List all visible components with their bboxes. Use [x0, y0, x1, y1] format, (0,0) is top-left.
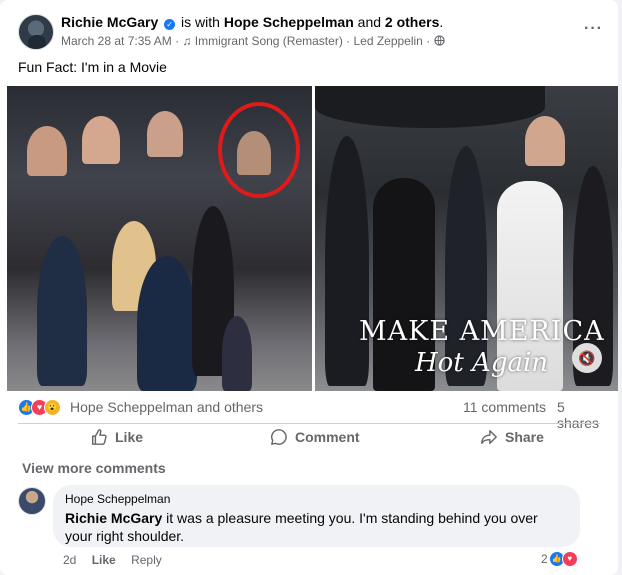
reaction-icons[interactable]: 👍 ♥ 😮: [18, 399, 66, 417]
photo-crowd[interactable]: [7, 86, 312, 391]
like-button[interactable]: Like: [90, 428, 143, 446]
comment-time[interactable]: 2d: [63, 553, 76, 567]
post-header: Richie McGary ✓ is with Hope Scheppelman…: [61, 14, 444, 30]
comment-body: Richie McGary it was a pleasure meeting …: [65, 509, 568, 545]
song-link[interactable]: Immigrant Song (Remaster) · Led Zeppelin: [195, 34, 423, 48]
view-more-comments[interactable]: View more comments: [22, 460, 166, 476]
tagged-others[interactable]: 2 others: [385, 14, 439, 30]
author-name[interactable]: Richie McGary: [61, 14, 158, 30]
globe-icon: [433, 35, 445, 46]
share-arrow-icon: [481, 429, 497, 445]
comment-label: Comment: [295, 429, 360, 445]
tagged-name[interactable]: Hope Scheppelman: [224, 14, 354, 30]
comment-bubble-icon: [271, 429, 287, 445]
like-label: Like: [115, 429, 144, 445]
highlight-circle: [218, 102, 300, 198]
music-note-icon: ♫: [182, 34, 192, 48]
comment-author[interactable]: Hope Scheppelman: [65, 492, 568, 506]
post-card: Richie McGary ✓ is with Hope Scheppelman…: [0, 0, 618, 575]
more-options-icon[interactable]: ···: [584, 20, 603, 38]
share-button[interactable]: Share: [480, 428, 544, 446]
comment-reaction-count: 2: [541, 552, 548, 566]
with-text: is with: [181, 14, 220, 30]
video-thumbnail[interactable]: MAKE AMERICA Hot Again 🔇: [315, 86, 618, 391]
comment-mention[interactable]: Richie McGary: [65, 510, 162, 526]
comment-reactions[interactable]: 2 👍 ♥: [541, 551, 578, 567]
and-text: and: [357, 14, 382, 30]
comment-like-button[interactable]: Like: [92, 553, 116, 567]
author-avatar[interactable]: [18, 14, 54, 50]
comment-meta: 2d Like Reply: [63, 553, 174, 567]
overlay-script: Hot Again: [415, 348, 549, 378]
thumbs-up-icon: [91, 429, 107, 445]
comment-bubble: Hope Scheppelman Richie McGary it was a …: [53, 485, 580, 547]
post-stats: 👍 ♥ 😮 Hope Scheppelman and others 11 com…: [18, 399, 608, 431]
post-meta: March 28 at 7:35 AM · ♫ Immigrant Song (…: [61, 34, 445, 48]
love-reaction-icon: ♥: [561, 551, 578, 567]
reaction-names[interactable]: Hope Scheppelman and others: [70, 399, 263, 415]
comment-reply-button[interactable]: Reply: [131, 553, 162, 567]
wow-reaction-icon: 😮: [44, 399, 61, 416]
post-text: Fun Fact: I'm in a Movie: [18, 59, 167, 75]
mute-icon[interactable]: 🔇: [572, 343, 602, 373]
comment-button[interactable]: Comment: [270, 428, 360, 446]
action-bar: Like Comment Share: [18, 423, 600, 449]
overlay-title: MAKE AMERICA: [359, 316, 605, 347]
verified-badge-icon: ✓: [164, 19, 176, 30]
share-label: Share: [505, 429, 544, 445]
comment-count[interactable]: 11 comments: [463, 399, 546, 415]
commenter-avatar[interactable]: [18, 487, 46, 515]
post-date[interactable]: March 28 at 7:35 AM: [61, 34, 172, 48]
